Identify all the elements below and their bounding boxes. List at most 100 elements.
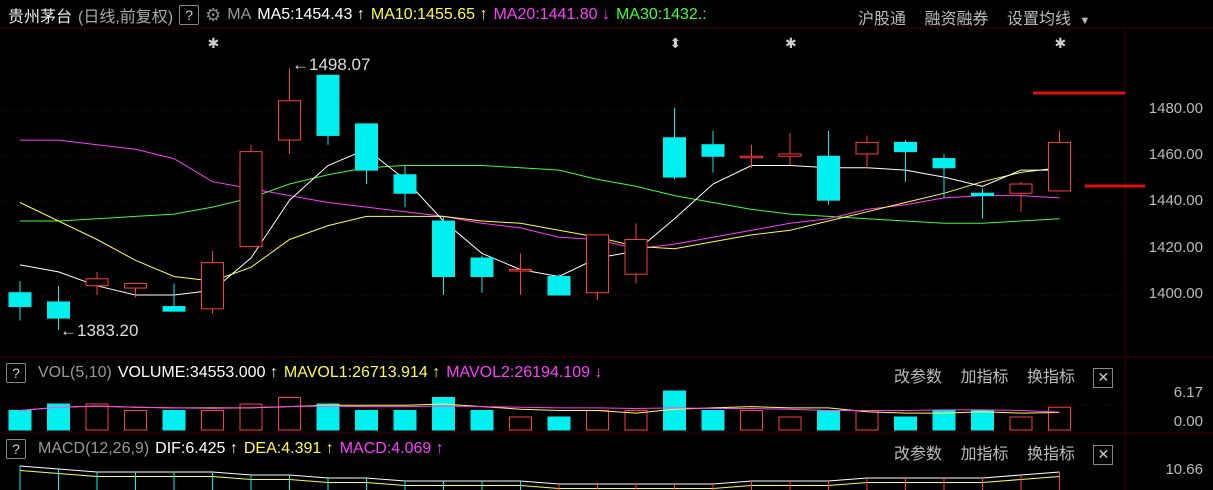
volume-bar (1048, 406, 1071, 431)
candle (855, 135, 879, 168)
ma5-line-group (19, 148, 1060, 296)
ma-label: MA (227, 6, 252, 23)
dif-value: DIF:6.425 ↑ (155, 440, 238, 457)
candle (740, 144, 763, 168)
macd-value: MACD:4.069 ↑ (339, 440, 444, 457)
candle (547, 274, 571, 296)
dea-line (19, 470, 1060, 489)
header-bar: 贵州茅台 (日线,前复权) ? ⚙ MA MA5:1454.43 ↑ MA10:… (8, 0, 707, 30)
ma5-value: MA5:1454.43 ↑ (257, 6, 365, 23)
vol-add-indicator[interactable]: 加指标 (960, 369, 1008, 386)
gear-icon[interactable]: ⚙ (205, 5, 221, 26)
candle (278, 68, 301, 154)
candle (894, 140, 917, 182)
volume-bar (316, 403, 340, 431)
ma10-line (19, 167, 1060, 282)
volume-bar (855, 410, 879, 431)
candle-body (470, 257, 494, 277)
candle (393, 165, 417, 208)
volume-bars (8, 390, 1071, 431)
candle (8, 281, 32, 321)
candle-body (509, 269, 532, 272)
link-margin[interactable]: 融资融券 (924, 11, 988, 28)
candle (1009, 181, 1033, 212)
markers: ✱ ⬍ ✱ ✱ (208, 35, 1067, 51)
mavol1-value: MAVOL1:26713.914 ↑ (283, 364, 441, 381)
vol-tick-1: 6.17 (1173, 384, 1203, 401)
candle (432, 216, 455, 295)
candle-body (201, 262, 224, 310)
ma10-value: MA10:1455.65 ↑ (370, 6, 488, 23)
macd-label: MACD(12,26,9) (38, 440, 150, 457)
candles (8, 68, 1071, 330)
candle-body (817, 155, 840, 201)
candle-body (624, 239, 648, 275)
candle-body (971, 192, 994, 197)
price-chart[interactable]: ✱ ⬍ ✱ ✱ ←1498.07 ←1383.20 (0, 0, 1213, 490)
candle-body (778, 153, 802, 157)
macd-switch-indicator[interactable]: 换指标 (1027, 446, 1075, 463)
candle (162, 283, 186, 312)
volume-bar (124, 410, 147, 431)
ma10-line-group (19, 167, 1060, 282)
price-tick-5: 1400.00 (1148, 285, 1203, 302)
candle-body (663, 137, 686, 178)
macd-help-icon[interactable]: ? (6, 439, 26, 459)
header-links: 沪股通 融资融券 设置均线 ▼ (858, 5, 1090, 29)
event-marker: ⬍ (670, 35, 682, 51)
candle (778, 133, 802, 166)
volume-bar (547, 416, 571, 431)
macd-add-indicator[interactable]: 加指标 (960, 446, 1008, 463)
candle (701, 130, 725, 173)
event-marker: ✱ (208, 35, 220, 51)
vol-edit-params[interactable]: 改参数 (894, 369, 942, 386)
candle-body (85, 278, 109, 287)
help-icon[interactable]: ? (179, 5, 200, 25)
candle (971, 188, 994, 219)
candle (470, 255, 494, 293)
volume-bar (355, 410, 378, 431)
candle (663, 107, 686, 180)
vol-label: VOL(5,10) (38, 364, 112, 381)
volume-bar (393, 410, 417, 431)
candle (316, 74, 340, 145)
low-label: ←1383.20 (60, 321, 138, 340)
link-hk-connect[interactable]: 沪股通 (858, 11, 906, 28)
candle-body (8, 292, 32, 308)
volume-bar (740, 410, 763, 431)
ma30-line (20, 165, 1060, 224)
candle (817, 130, 840, 205)
volume-bar (971, 410, 994, 431)
volume-bar (778, 416, 802, 431)
dif-line (19, 465, 1060, 485)
vol-close-icon[interactable]: ✕ (1093, 368, 1114, 388)
event-marker: ✱ (1055, 35, 1067, 51)
candle-body (316, 74, 340, 136)
volume-header: ? VOL(5,10) VOLUME:34553.000 ↑ MAVOL1:26… (6, 358, 608, 388)
chevron-down-icon[interactable]: ▼ (1079, 15, 1090, 27)
macd-close-icon[interactable]: ✕ (1093, 445, 1114, 465)
volume-bar (894, 416, 917, 431)
settings-ma-menu[interactable]: 设置均线 (1007, 11, 1071, 28)
candle-body (124, 282, 147, 289)
macd-edit-params[interactable]: 改参数 (894, 446, 942, 463)
macd-tick-1: 10.66 (1165, 461, 1203, 478)
ma30-line-group (20, 165, 1060, 224)
vol-switch-indicator[interactable]: 换指标 (1027, 369, 1075, 386)
volume-bar (432, 397, 455, 431)
candle-body (855, 141, 879, 155)
volume-help-icon[interactable]: ? (6, 363, 26, 383)
dea-value: DEA:4.391 ↑ (243, 440, 334, 457)
candle-body (162, 306, 186, 312)
volume-value: VOLUME:34553.000 ↑ (117, 364, 278, 381)
event-marker: ✱ (785, 35, 797, 51)
volume-tools: 改参数 加指标 换指标 ✕ (880, 363, 1114, 388)
volume-bar (701, 410, 725, 431)
macd-tools: 改参数 加指标 换指标 ✕ (880, 440, 1114, 465)
candle-body (740, 155, 763, 159)
volume-bar (663, 390, 686, 431)
volume-bar (1009, 416, 1033, 431)
candle (201, 251, 224, 314)
candle-body (894, 141, 917, 153)
macd-lines (19, 465, 1060, 490)
